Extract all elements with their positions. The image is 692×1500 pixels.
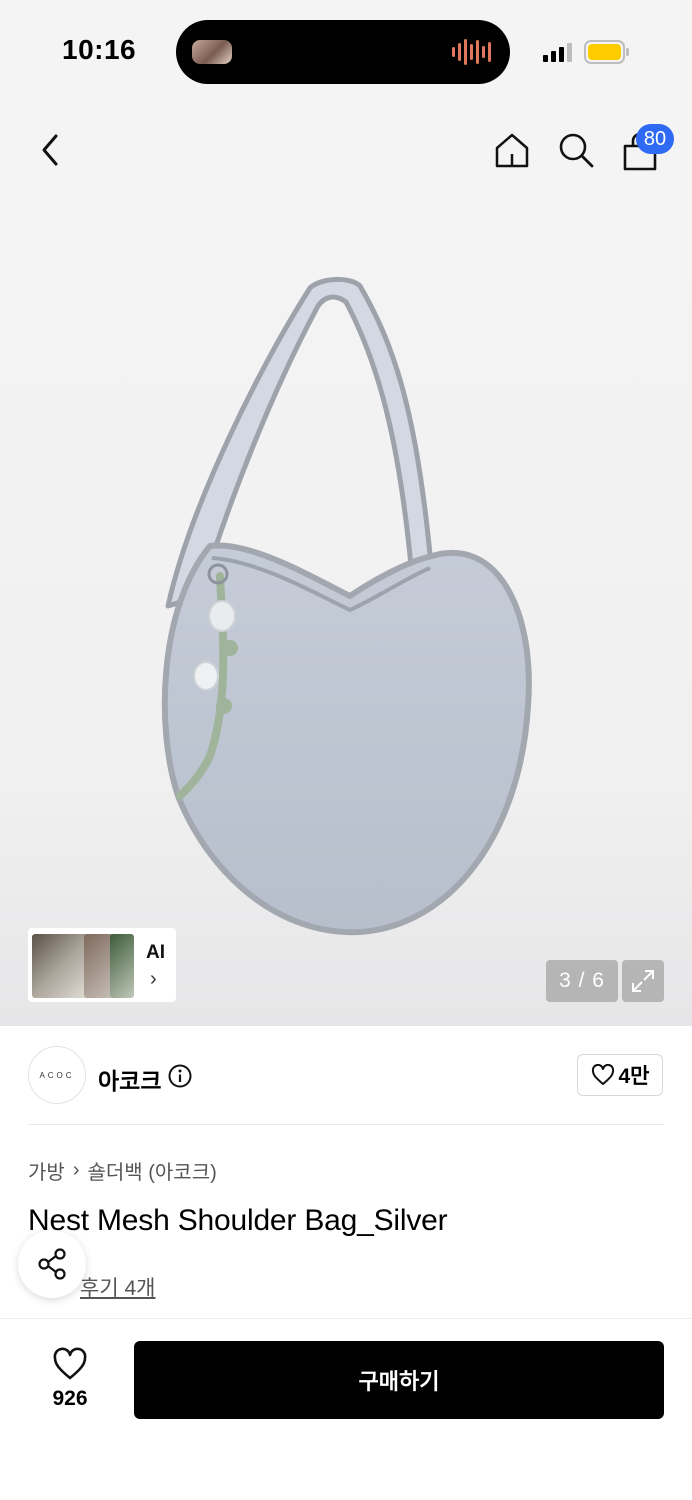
heart-icon[interactable] bbox=[52, 1347, 88, 1381]
ai-label: AI bbox=[146, 942, 165, 963]
product-image-gallery[interactable]: AI › 3 / 6 bbox=[0, 196, 692, 1026]
chevron-right-icon: › bbox=[150, 968, 157, 990]
chevron-right-icon: › bbox=[72, 1159, 80, 1181]
bottom-action-bar: 926 구매하기 bbox=[0, 1318, 692, 1500]
like-count: 926 bbox=[52, 1387, 88, 1410]
back-button[interactable] bbox=[26, 126, 74, 174]
brand-like-count: 4만 bbox=[618, 1065, 650, 1088]
ai-styling-chip[interactable]: AI › bbox=[28, 928, 176, 1002]
product-title: Nest Mesh Shoulder Bag_Silver bbox=[28, 1204, 448, 1237]
dynamic-island bbox=[176, 20, 510, 84]
ai-thumbnail-1 bbox=[32, 934, 88, 998]
breadcrumb: 가방 › 숄더백 (아코크) bbox=[28, 1156, 217, 1185]
battery-icon bbox=[584, 40, 629, 64]
signal-icon bbox=[543, 43, 572, 62]
review-link[interactable]: 후기 4개 bbox=[80, 1272, 155, 1302]
divider bbox=[28, 1124, 664, 1125]
brand-like-button[interactable]: 4만 bbox=[577, 1054, 663, 1096]
brand-row[interactable]: ACOC 아코크 4만 bbox=[0, 1026, 692, 1126]
product-image bbox=[161, 277, 532, 936]
buy-button[interactable]: 구매하기 bbox=[134, 1341, 664, 1419]
now-playing-thumbnail bbox=[192, 40, 232, 64]
chevron-left-icon bbox=[42, 134, 58, 166]
status-bar: 10:16 bbox=[0, 0, 692, 104]
info-icon[interactable] bbox=[168, 1064, 192, 1088]
status-time: 10:16 bbox=[62, 34, 137, 65]
cart-count-badge: 80 bbox=[636, 124, 674, 154]
brand-logo[interactable]: ACOC bbox=[28, 1046, 86, 1104]
share-button[interactable] bbox=[18, 1230, 86, 1298]
heart-icon bbox=[591, 1064, 614, 1085]
home-button[interactable] bbox=[488, 126, 536, 174]
breadcrumb-item[interactable]: 가방 bbox=[28, 1156, 65, 1185]
expand-icon bbox=[632, 970, 654, 992]
ai-thumbnail-3 bbox=[110, 934, 134, 998]
image-counter: 3 / 6 bbox=[546, 960, 618, 1002]
expand-button[interactable] bbox=[622, 960, 664, 1002]
home-icon bbox=[495, 133, 529, 168]
audio-wave-icon bbox=[452, 38, 492, 66]
search-icon bbox=[559, 133, 594, 168]
brand-name[interactable]: 아코크 bbox=[98, 1062, 161, 1096]
breadcrumb-item[interactable]: 숄더백 (아코크) bbox=[87, 1156, 216, 1185]
search-button[interactable] bbox=[552, 126, 600, 174]
share-icon bbox=[38, 1248, 66, 1280]
top-navigation bbox=[0, 104, 692, 196]
